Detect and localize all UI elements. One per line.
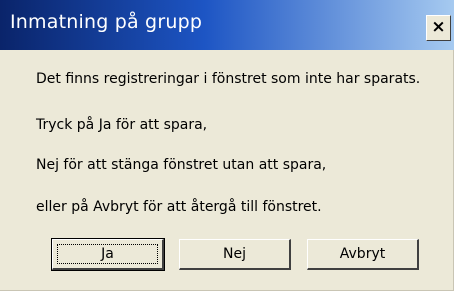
no-button[interactable]: Nej [179,239,291,270]
message-line-1: Det finns registreringar i fönstret som … [36,71,421,87]
title-bar[interactable]: Inmatning på grupp × [0,0,454,50]
confirmation-dialog: Inmatning på grupp × Det finns registrer… [0,0,454,291]
cancel-button[interactable]: Avbryt [307,239,419,270]
yes-button[interactable]: Ja [51,238,165,271]
close-icon[interactable]: × [426,15,451,41]
no-button-label: Nej [223,246,246,262]
yes-button-label: Ja [101,246,114,262]
cancel-button-label: Avbryt [339,246,386,262]
message-line-3: Nej för att stänga fönstret utan att spa… [36,157,327,173]
dialog-title: Inmatning på grupp [10,11,203,33]
message-line-4: eller på Avbryt för att återgå till föns… [36,199,322,215]
message-line-2: Tryck på Ja för att spara, [36,117,208,133]
